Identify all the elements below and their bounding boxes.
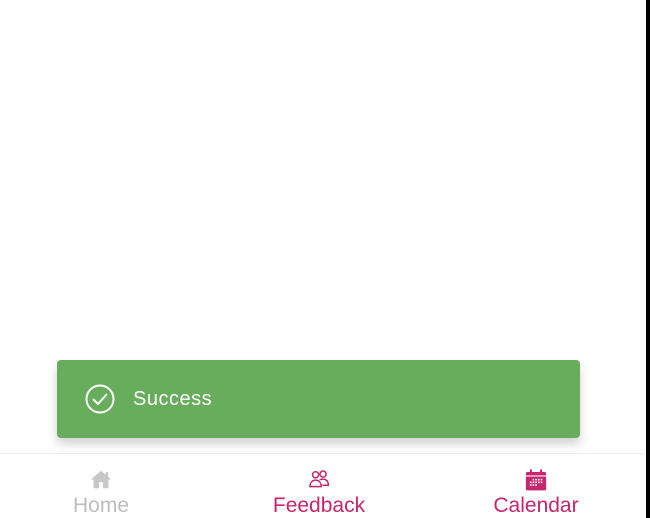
success-toast[interactable]: Success xyxy=(57,360,580,438)
tab-calendar-label: Calendar xyxy=(493,494,579,517)
tab-feedback[interactable]: Feedback xyxy=(257,454,381,518)
tab-home[interactable]: Home xyxy=(40,454,162,518)
tab-calendar[interactable]: Calendar xyxy=(474,454,598,518)
calendar-icon xyxy=(525,469,547,491)
app-screen: Success Home Feedback Calendar xyxy=(0,0,650,518)
device-edge xyxy=(646,0,650,518)
tab-home-label: Home xyxy=(72,494,130,517)
tab-feedback-label: Feedback xyxy=(272,494,366,517)
bottom-tab-bar: Home Feedback Calendar xyxy=(0,453,646,518)
home-icon xyxy=(90,470,112,489)
toast-message: Success xyxy=(133,387,213,410)
check-circle-icon xyxy=(85,384,115,414)
people-icon xyxy=(309,470,330,488)
